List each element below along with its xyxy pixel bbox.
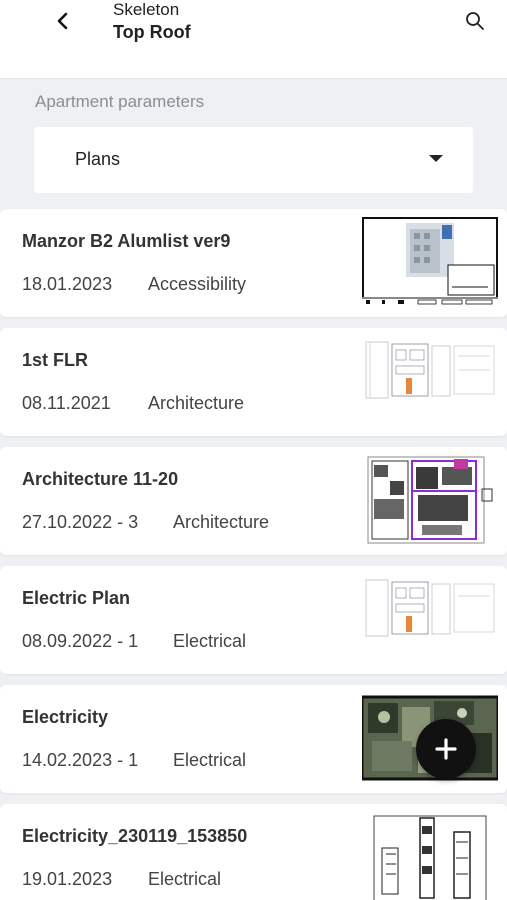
plus-icon xyxy=(435,738,457,760)
search-icon xyxy=(466,12,484,30)
plan-date: 08.11.2021 xyxy=(22,393,111,413)
plan-card[interactable]: Electric Plan 08.09.2022 - 1 Electrical xyxy=(0,566,507,674)
back-button[interactable] xyxy=(50,8,76,34)
plan-category: Electrical xyxy=(148,869,222,889)
add-plan-button[interactable] xyxy=(416,719,476,779)
plan-date: 14.02.2023 - 1 xyxy=(22,750,139,770)
plan-category: Architecture xyxy=(173,512,270,532)
plan-thumbnail xyxy=(362,217,498,307)
plan-name: Manzor B2 Alumlist ver9 xyxy=(22,231,231,251)
plan-name: Electricity xyxy=(22,707,109,727)
plan-category: Accessibility xyxy=(148,274,247,294)
select-value: Plans xyxy=(75,149,121,169)
plan-card[interactable]: 1st FLR 08.11.2021 Architecture xyxy=(0,328,507,436)
plan-thumbnail xyxy=(362,574,498,664)
plan-category: Electrical xyxy=(173,631,247,651)
plan-date: 19.01.2023 xyxy=(22,869,113,889)
plan-thumbnail xyxy=(362,812,498,900)
filter-label: Apartment parameters xyxy=(35,92,205,111)
plan-thumbnail xyxy=(362,455,498,545)
plan-date: 08.09.2022 - 1 xyxy=(22,631,139,651)
plan-thumbnail xyxy=(362,336,498,426)
plan-type-select[interactable]: Plans xyxy=(34,127,473,193)
caret-down-icon xyxy=(429,155,443,162)
search-button[interactable] xyxy=(462,8,488,34)
header-titles: Skeleton Top Roof xyxy=(113,0,191,45)
plan-date: 18.01.2023 xyxy=(22,274,113,294)
header-title: Top Roof xyxy=(113,22,191,42)
plan-card[interactable]: Architecture 11-20 27.10.2022 - 3 Archit… xyxy=(0,447,507,555)
plan-name: Architecture 11-20 xyxy=(22,469,179,489)
plan-name: Electric Plan xyxy=(22,588,131,608)
plan-card[interactable]: Manzor B2 Alumlist ver9 18.01.2023 Acces… xyxy=(0,209,507,317)
plan-card[interactable]: Electricity_230119_153850 19.01.2023 Ele… xyxy=(0,804,507,900)
plan-name: Electricity_230119_153850 xyxy=(22,826,248,846)
plan-category: Electrical xyxy=(173,750,247,770)
plan-date: 27.10.2022 - 3 xyxy=(22,512,139,532)
header-subtitle: Skeleton xyxy=(113,0,180,19)
plan-name: 1st FLR xyxy=(22,350,89,370)
app-header: Skeleton Top Roof xyxy=(0,0,507,79)
plan-category: Architecture xyxy=(148,393,245,413)
chevron-left-icon xyxy=(57,12,68,30)
